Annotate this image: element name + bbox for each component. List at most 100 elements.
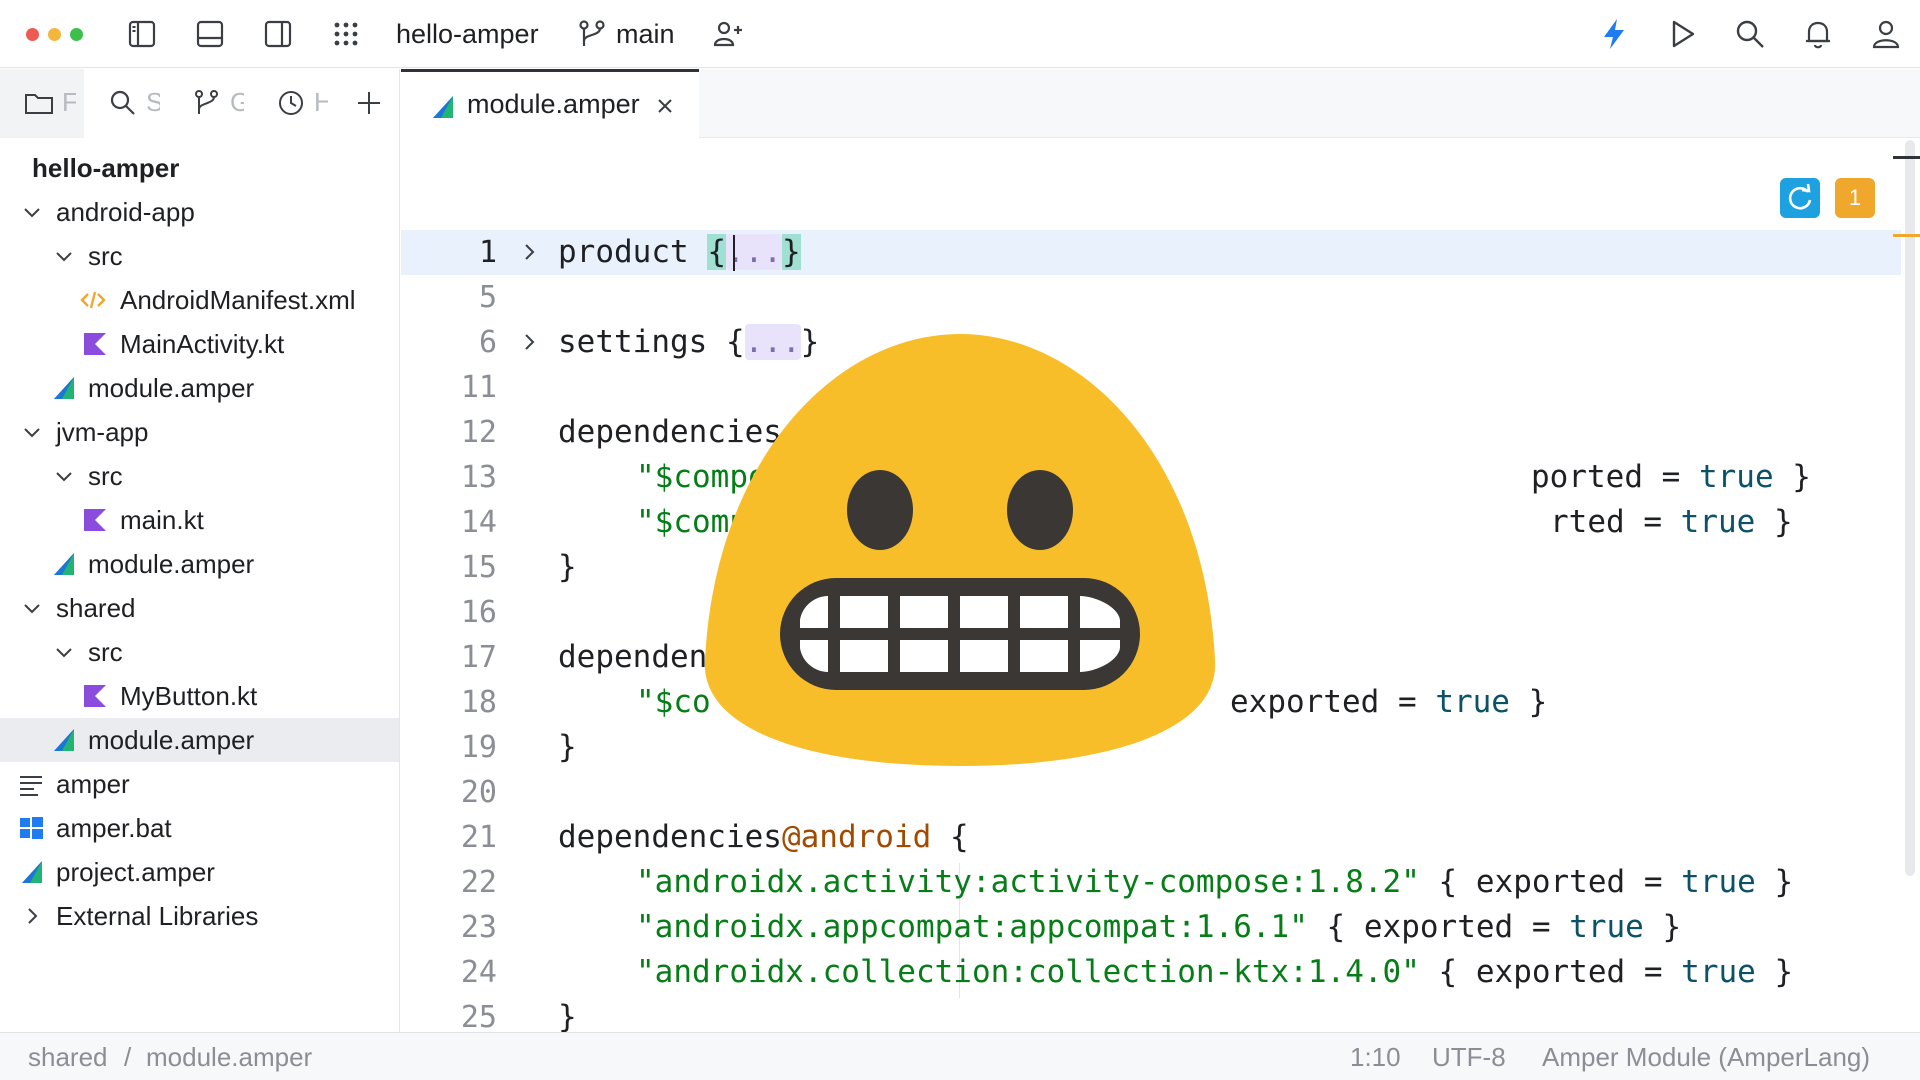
emoji-mouth xyxy=(780,578,1140,690)
code-line-22: "androidx.activity:activity-compose:1.8.… xyxy=(636,864,1794,900)
lightning-icon[interactable] xyxy=(1596,16,1632,52)
tree-item-src[interactable]: src xyxy=(0,454,399,498)
tree-item-amper[interactable]: amper xyxy=(0,762,399,806)
folder-icon xyxy=(25,94,53,114)
chevron-right-icon[interactable] xyxy=(22,906,42,926)
code-line-15: } xyxy=(558,549,577,585)
search-icon[interactable] xyxy=(1732,16,1768,52)
tree-item-label: main.kt xyxy=(120,505,204,535)
code-line-13b: ported = true } xyxy=(1531,459,1811,495)
tree-item-label: External Libraries xyxy=(56,901,259,931)
tree-item-module-amper-selected[interactable]: module.amper xyxy=(0,718,399,762)
file-type[interactable]: Amper Module (AmperLang) xyxy=(1542,1042,1870,1072)
tree-item-module-amper[interactable]: module.amper xyxy=(0,366,399,410)
tree-item-src[interactable]: src xyxy=(0,234,399,278)
reload-button[interactable] xyxy=(1780,178,1820,218)
status-bar: shared / module.amper 1:10 UTF-8 Amper M… xyxy=(0,1032,1920,1080)
close-window-button[interactable] xyxy=(26,28,39,41)
left-panel-toggle-icon[interactable] xyxy=(124,16,160,52)
tree-item-label: module.amper xyxy=(88,373,255,403)
tree-item-jvm-app[interactable]: jvm-app xyxy=(0,410,399,454)
kotlin-file-icon xyxy=(84,333,106,355)
tree-item-main-kt[interactable]: main.kt xyxy=(0,498,399,542)
code-line-17: dependen xyxy=(558,639,708,675)
tree-item-androidmanifest[interactable]: AndroidManifest.xml xyxy=(0,278,399,322)
warning-scroll-marker[interactable] xyxy=(1893,234,1920,237)
chevron-down-icon[interactable] xyxy=(54,642,74,662)
project-name-button[interactable]: hello-amper xyxy=(396,18,539,50)
warning-count-badge[interactable]: 1 xyxy=(1835,178,1875,218)
amper-file-icon xyxy=(54,729,74,751)
code-line-14b: rted = true } xyxy=(1550,504,1793,540)
scroll-marker xyxy=(1893,156,1920,159)
line-number: 13 xyxy=(460,460,497,495)
tree-item-label: module.amper xyxy=(88,725,255,755)
tree-item-shared[interactable]: shared xyxy=(0,586,399,630)
tree-item-module-amper[interactable]: module.amper xyxy=(0,542,399,586)
tree-item-label: shared xyxy=(56,593,136,623)
caret-position[interactable]: 1:10 xyxy=(1350,1042,1401,1072)
chevron-down-icon[interactable] xyxy=(22,422,42,442)
bottom-panel-toggle-icon[interactable] xyxy=(192,16,228,52)
title-bar: hello-amper main xyxy=(0,0,1920,68)
user-account-icon[interactable] xyxy=(1868,16,1904,52)
chevron-down-icon[interactable] xyxy=(54,466,74,486)
run-icon[interactable] xyxy=(1664,16,1700,52)
close-tab-icon[interactable] xyxy=(655,96,675,116)
tab-module-amper[interactable]: module.amper xyxy=(401,69,699,138)
emoji-right-eye xyxy=(1007,470,1073,550)
tab-label: module.amper xyxy=(467,89,640,119)
tree-item-amper-bat[interactable]: amper.bat xyxy=(0,806,399,850)
amper-file-icon xyxy=(22,861,42,883)
tree-item-project-amper[interactable]: project.amper xyxy=(0,850,399,894)
branch-icon xyxy=(574,16,610,52)
tab-git-label: G xyxy=(230,87,244,117)
breadcrumb-shared[interactable]: shared xyxy=(28,1042,108,1072)
branch-icon xyxy=(195,90,218,114)
right-panel-toggle-icon[interactable] xyxy=(260,16,296,52)
line-number: 23 xyxy=(460,910,497,945)
clock-icon xyxy=(279,91,303,115)
tree-item-label: amper.bat xyxy=(56,813,172,843)
plus-icon xyxy=(358,92,380,114)
tree-item-mybutton[interactable]: MyButton.kt xyxy=(0,674,399,718)
maximize-window-button[interactable] xyxy=(70,28,83,41)
file-encoding[interactable]: UTF-8 xyxy=(1432,1042,1506,1072)
tree-item-mainactivity[interactable]: MainActivity.kt xyxy=(0,322,399,366)
line-number: 21 xyxy=(460,820,497,855)
tree-item-src[interactable]: src xyxy=(0,630,399,674)
windows-file-icon xyxy=(20,817,43,839)
minimize-window-button[interactable] xyxy=(48,28,61,41)
code-line-21: dependencies@android { xyxy=(558,819,969,855)
notifications-bell-icon[interactable] xyxy=(1800,16,1836,52)
tree-item-label: module.amper xyxy=(88,549,255,579)
line-number: 24 xyxy=(460,955,497,990)
tree-item-label: amper xyxy=(56,769,130,799)
tree-item-external-libraries[interactable]: External Libraries xyxy=(0,894,399,938)
emoji-left-eye xyxy=(847,470,913,550)
chevron-down-icon[interactable] xyxy=(54,246,74,266)
apps-grid-icon[interactable] xyxy=(328,16,364,52)
project-sidebar: F S G H hello-amper android-app src Andr… xyxy=(0,69,400,1032)
branch-button[interactable]: main xyxy=(616,18,675,50)
grimacing-face-emoji xyxy=(704,334,1216,766)
line-number: 15 xyxy=(460,550,497,585)
xml-file-icon xyxy=(80,291,106,309)
tree-item-label: src xyxy=(88,461,123,491)
text-caret xyxy=(733,235,735,271)
fold-chevron-icon[interactable] xyxy=(519,242,539,262)
tree-item-hello-amper[interactable]: hello-amper xyxy=(0,146,399,190)
breadcrumb-file[interactable]: module.amper xyxy=(146,1042,312,1072)
line-number: 1 xyxy=(478,235,497,270)
tree-item-android-app[interactable]: android-app xyxy=(0,190,399,234)
code-line-23: "androidx.appcompat:appcompat:1.6.1" { e… xyxy=(636,909,1682,945)
add-user-icon[interactable] xyxy=(710,16,746,52)
line-number: 6 xyxy=(478,325,497,360)
chevron-down-icon[interactable] xyxy=(22,202,42,222)
line-number: 16 xyxy=(460,595,497,630)
code-line-1: product {...} xyxy=(558,234,801,270)
fold-chevron-icon[interactable] xyxy=(519,332,539,352)
sidebar-tool-tabs: F S G H xyxy=(0,69,400,138)
editor-scrollbar[interactable] xyxy=(1905,140,1915,876)
chevron-down-icon[interactable] xyxy=(22,598,42,618)
